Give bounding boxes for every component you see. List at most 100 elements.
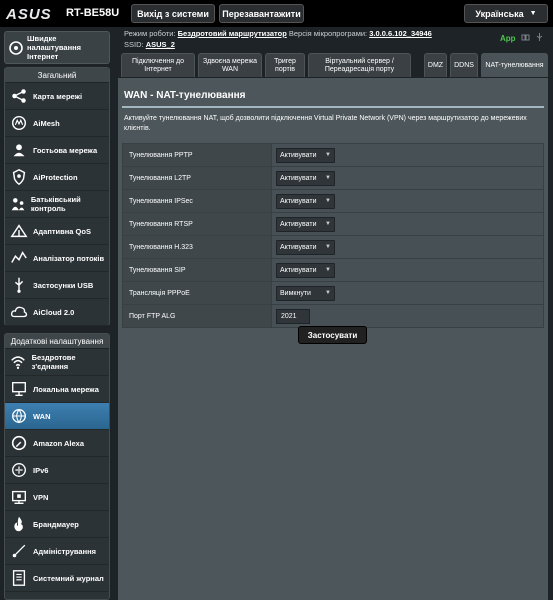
setting-value-cell: Активувати ▼ [271, 143, 544, 167]
sidebar-item-network-map[interactable]: Карта мережі [5, 83, 109, 110]
select-value: Активувати [280, 197, 317, 205]
shield-icon [8, 167, 30, 187]
select-value: Активувати [280, 220, 317, 228]
sidebar-item-admin[interactable]: Адміністрування [5, 538, 109, 565]
alexa-icon [8, 433, 30, 453]
sidebar-item-syslog[interactable]: Системний журнал [5, 565, 109, 592]
tab-1[interactable]: Здвоєна мережа WAN [198, 53, 262, 77]
sidebar-item-cloud[interactable]: AiCloud 2.0 [5, 299, 109, 326]
sidebar-item-label: Amazon Alexa [33, 438, 84, 448]
setting-select[interactable]: Вимкнути ▼ [276, 285, 335, 301]
network-map-icon [8, 86, 30, 106]
setting-select[interactable]: Активувати ▼ [276, 170, 335, 186]
language-select[interactable]: Українська ▼ [464, 4, 548, 23]
language-value: Українська [475, 8, 524, 19]
table-row: Тунелювання H.323 Активувати ▼ [122, 235, 544, 259]
usb-status-icon[interactable] [535, 33, 544, 44]
ipv6-icon [8, 460, 30, 480]
setting-value-cell: Активувати ▼ [271, 212, 544, 236]
vpn-icon [8, 487, 30, 507]
sidebar-item-alexa[interactable]: Amazon Alexa [5, 430, 109, 457]
tab-0[interactable]: Підключення до Інтернет [121, 53, 195, 77]
mode-label: Режим роботи: [124, 29, 176, 38]
chevron-down-icon: ▼ [325, 244, 331, 250]
sidebar-item-vpn[interactable]: VPN [5, 484, 109, 511]
sidebar-item-traffic-analyzer[interactable]: Аналізатор потоків [5, 245, 109, 272]
sidebar-item-label: Системний журнал [33, 573, 104, 583]
sidebar-item-label: Аналізатор потоків [33, 253, 105, 263]
apply-button[interactable]: Застосувати [298, 326, 367, 344]
firmware-label: Версія мікропрограми: [288, 29, 368, 38]
sidebar-item-shield[interactable]: AiProtection [5, 164, 109, 191]
sidebar-item-label: Гостьова мережа [33, 145, 98, 155]
page-description: Активуйте тунелювання NAT, щоб дозволити… [124, 115, 527, 132]
sidebar-item-label: AiCloud 2.0 [33, 307, 75, 317]
guest-network-icon [8, 140, 30, 160]
chevron-down-icon: ▼ [325, 267, 331, 273]
sidebar-item-usb[interactable]: Застосунки USB [5, 272, 109, 299]
setting-select[interactable]: Активувати ▼ [276, 147, 335, 163]
setting-value-cell: Активувати ▼ [271, 189, 544, 213]
sidebar-item-ipv6[interactable]: IPv6 [5, 457, 109, 484]
general-menu: Загальний Карта мережі AiMesh Гостьова мер… [4, 67, 110, 326]
chevron-down-icon: ▼ [325, 221, 331, 227]
chevron-down-icon: ▼ [529, 10, 537, 17]
sidebar-item-globe[interactable]: WAN [5, 403, 109, 430]
network-status-icon[interactable] [521, 33, 530, 44]
setting-select[interactable]: Активувати ▼ [276, 216, 335, 232]
setting-select[interactable]: Активувати ▼ [276, 239, 335, 255]
sidebar-item-label: Бездротове з'єднання [31, 353, 76, 371]
ftp-alg-port-input[interactable]: 2021 [276, 308, 310, 324]
operation-mode-link[interactable]: Бездротовий маршрутизатор [178, 29, 287, 38]
sidebar-item-parental-control[interactable]: Батьківський контроль [5, 191, 109, 218]
status-bar: Режим роботи: Бездротовий маршрутизатор … [124, 28, 432, 50]
select-value: Вимкнути [280, 289, 311, 297]
parental-control-icon [8, 194, 28, 214]
qos-icon [8, 221, 30, 241]
quick-internet-setup-button[interactable]: Швидке налаштування Інтернет [4, 31, 110, 64]
setting-label: Тунелювання PPTP [122, 143, 272, 167]
sidebar-item-firewall[interactable]: Брандмауер [5, 511, 109, 538]
chevron-down-icon: ▼ [325, 290, 331, 296]
tab-3[interactable]: Віртуальний сервер / Переадресація порту [308, 53, 411, 77]
sidebar-item-qos[interactable]: Адаптивна QoS [5, 218, 109, 245]
chevron-down-icon: ▼ [325, 152, 331, 158]
tab-5[interactable]: DDNS [450, 53, 478, 77]
setting-label: Тунелювання H.323 [122, 235, 272, 259]
tab-2[interactable]: Тригер портів [265, 53, 305, 77]
firmware-version-link[interactable]: 3.0.0.6.102_34946 [369, 29, 432, 38]
sidebar-item-guest-network[interactable]: Гостьова мережа [5, 137, 109, 164]
select-value: Активувати [280, 151, 317, 159]
advanced-menu: Додаткові налаштування Бездротове з'єдна… [4, 333, 110, 600]
ssid-label: SSID: [124, 40, 144, 49]
sidebar-item-label: Брандмауер [33, 519, 79, 529]
quick-setup-label: Швидке налаштування Інтернет [27, 34, 82, 61]
tab-6[interactable]: NAT-тунелювання [481, 53, 548, 77]
tab-4[interactable]: DMZ [424, 53, 447, 77]
general-heading: Загальний [5, 68, 109, 83]
setting-value-cell: Активувати ▼ [271, 235, 544, 259]
ssid-link[interactable]: ASUS_2 [146, 40, 175, 49]
router-model: RT-BE58U [66, 7, 120, 19]
sidebar-item-label: Локальна мережа [33, 384, 99, 394]
sidebar-item-label: Адміністрування [33, 546, 97, 556]
reboot-button[interactable]: Перезавантажити [219, 4, 304, 23]
sidebar-item-aimesh[interactable]: AiMesh [5, 110, 109, 137]
app-link[interactable]: App [500, 34, 516, 43]
sidebar-item-label: AiMesh [33, 118, 60, 128]
sidebar-item-label: Адаптивна QoS [33, 226, 91, 236]
quick-setup-icon [8, 38, 24, 58]
cloud-icon [8, 302, 30, 322]
setting-select[interactable]: Активувати ▼ [276, 193, 335, 209]
sidebar-item-label: Застосунки USB [33, 280, 94, 290]
logout-button[interactable]: Вихід з системи [131, 4, 215, 23]
wireless-icon [8, 352, 29, 372]
sidebar-item-label: AiProtection [33, 172, 78, 182]
sidebar-item-wireless[interactable]: Бездротове з'єднання [5, 349, 109, 376]
select-value: Активувати [280, 174, 317, 182]
select-value: Активувати [280, 243, 317, 251]
setting-select[interactable]: Активувати ▼ [276, 262, 335, 278]
sidebar-item-lan[interactable]: Локальна мережа [5, 376, 109, 403]
setting-label: Трансляція PPPoE [122, 281, 272, 305]
sidebar-item-label: VPN [33, 492, 49, 502]
